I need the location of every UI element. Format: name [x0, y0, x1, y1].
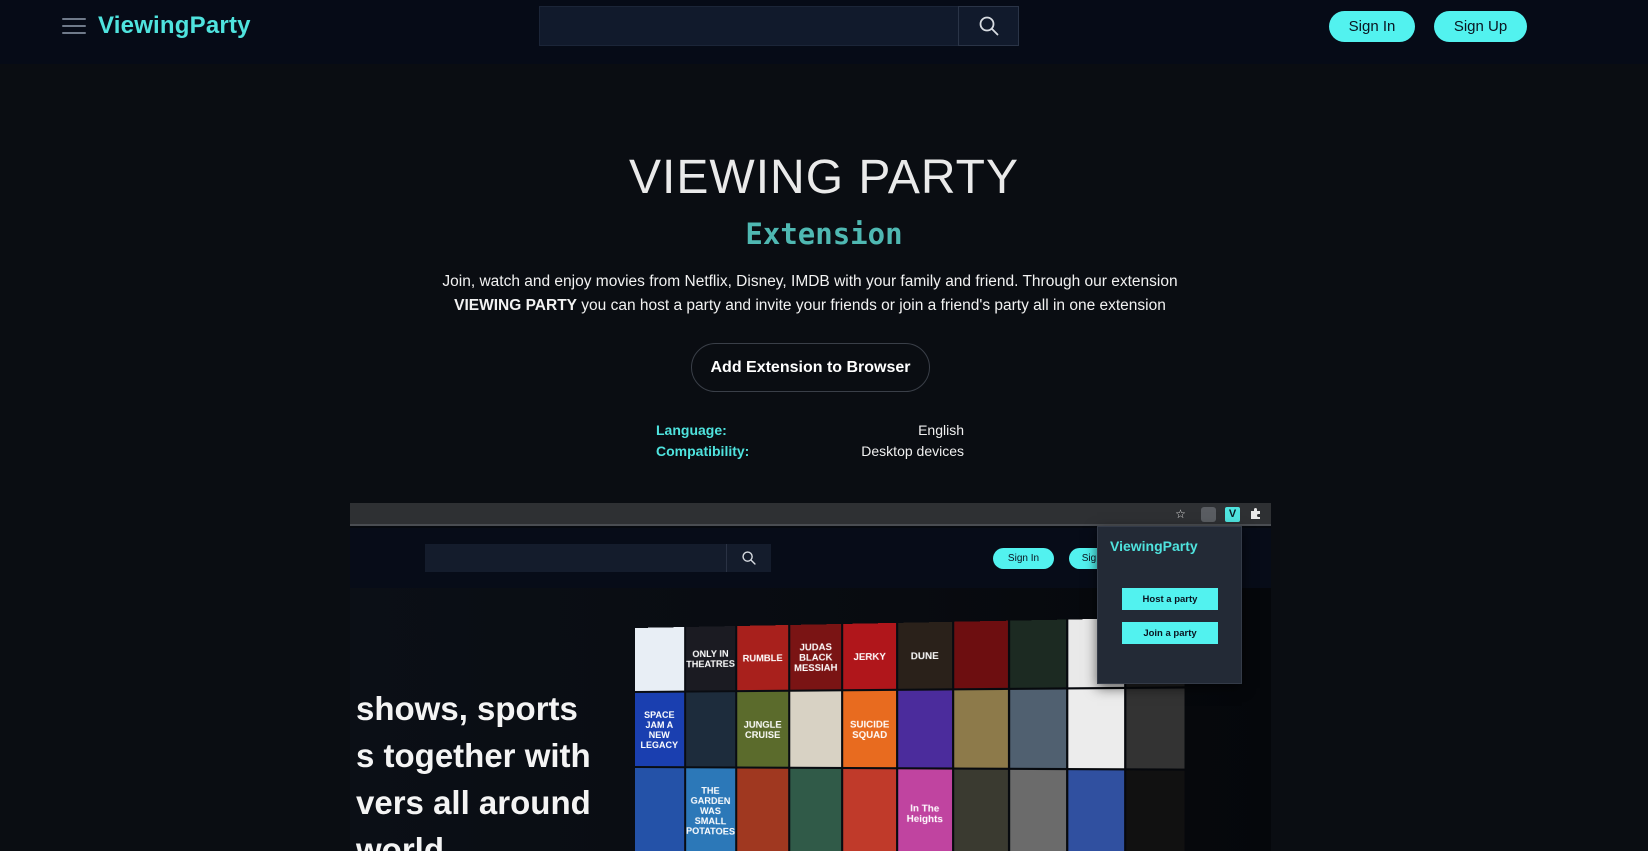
movie-poster: SPACE JAM A NEW LEGACY	[635, 692, 684, 767]
preview-search-bar	[425, 544, 771, 572]
movie-poster: In The Heights	[898, 769, 952, 851]
movie-poster: JUNGLE CRUISE	[737, 691, 788, 767]
meta-value: English	[918, 422, 964, 438]
headline-line: vers all around	[356, 784, 591, 821]
movie-poster	[790, 768, 842, 851]
movie-poster	[953, 769, 1009, 851]
browser-toolbar: ☆ V	[350, 503, 1271, 526]
search-input[interactable]	[539, 6, 958, 46]
extension-preview-image: ☆ V Sign In Sig shows, sports s together…	[350, 503, 1271, 851]
viewingparty-extension-icon: V	[1225, 507, 1240, 522]
movie-poster	[953, 689, 1009, 768]
search-button[interactable]	[958, 6, 1019, 46]
movie-poster	[790, 691, 842, 767]
host-party-button: Host a party	[1122, 588, 1218, 610]
headline-line: world	[356, 831, 444, 851]
puzzle-icon	[1248, 507, 1263, 522]
search-icon	[979, 16, 998, 36]
preview-sign-in: Sign In	[993, 548, 1054, 569]
movie-poster	[898, 690, 952, 768]
movie-poster	[843, 769, 897, 851]
extension-icon	[1201, 507, 1216, 522]
movie-poster	[1068, 770, 1125, 851]
add-extension-button[interactable]: Add Extension to Browser	[691, 343, 930, 392]
movie-poster	[1126, 770, 1185, 851]
search-icon	[742, 551, 756, 565]
site-logo[interactable]: ViewingParty	[98, 12, 251, 40]
meta-compatibility-row: Compatibility: Desktop devices	[656, 443, 964, 463]
headline-line: shows, sports	[356, 690, 578, 727]
movie-poster: SUICIDE SQUAD	[843, 690, 897, 768]
headline-line: s together with	[356, 737, 591, 774]
star-icon: ☆	[1175, 507, 1186, 521]
movie-poster	[1010, 619, 1066, 688]
meta-value: Desktop devices	[861, 443, 964, 459]
popup-title: ViewingParty	[1110, 538, 1198, 554]
movie-poster	[635, 768, 684, 851]
movie-poster	[635, 627, 684, 691]
movie-poster	[1010, 769, 1066, 851]
description-line-1: Join, watch and enjoy movies from Netfli…	[442, 273, 1178, 290]
sign-up-button[interactable]: Sign Up	[1434, 11, 1527, 42]
movie-poster: RUMBLE	[737, 625, 788, 691]
extension-popup: ViewingParty Host a party Join a party	[1097, 526, 1242, 684]
hamburger-menu-icon[interactable]	[62, 18, 86, 34]
movie-poster: JERKY	[843, 622, 897, 690]
hero-description: Join, watch and enjoy movies from Netfli…	[410, 270, 1210, 318]
movie-poster	[953, 620, 1009, 689]
movie-poster	[685, 692, 736, 767]
description-brand: VIEWING PARTY	[454, 297, 577, 314]
page-subtitle: Extension	[745, 217, 903, 251]
description-line-2: you can host a party and invite your fri…	[577, 297, 1166, 314]
preview-headline: shows, sports s together with vers all a…	[356, 685, 591, 851]
join-party-button: Join a party	[1122, 622, 1218, 644]
meta-language-row: Language: English	[656, 422, 964, 442]
search-bar	[539, 6, 1019, 46]
movie-poster: JUDAS BLACK MESSIAH	[790, 623, 842, 690]
sign-in-button[interactable]: Sign In	[1329, 11, 1415, 42]
page-title: VIEWING PARTY	[629, 151, 1019, 204]
movie-poster: ONLY IN THEATRES	[685, 626, 736, 691]
movie-poster	[1068, 689, 1125, 769]
meta-label: Language:	[656, 422, 727, 438]
movie-poster	[737, 768, 788, 851]
movie-poster: THE GARDEN WAS SMALL POTATOES	[685, 768, 736, 851]
movie-poster	[1126, 688, 1185, 769]
top-navbar: ViewingParty Sign In Sign Up	[0, 0, 1648, 64]
movie-poster	[1010, 689, 1066, 768]
meta-label: Compatibility:	[656, 443, 750, 459]
movie-poster: DUNE	[898, 621, 952, 689]
